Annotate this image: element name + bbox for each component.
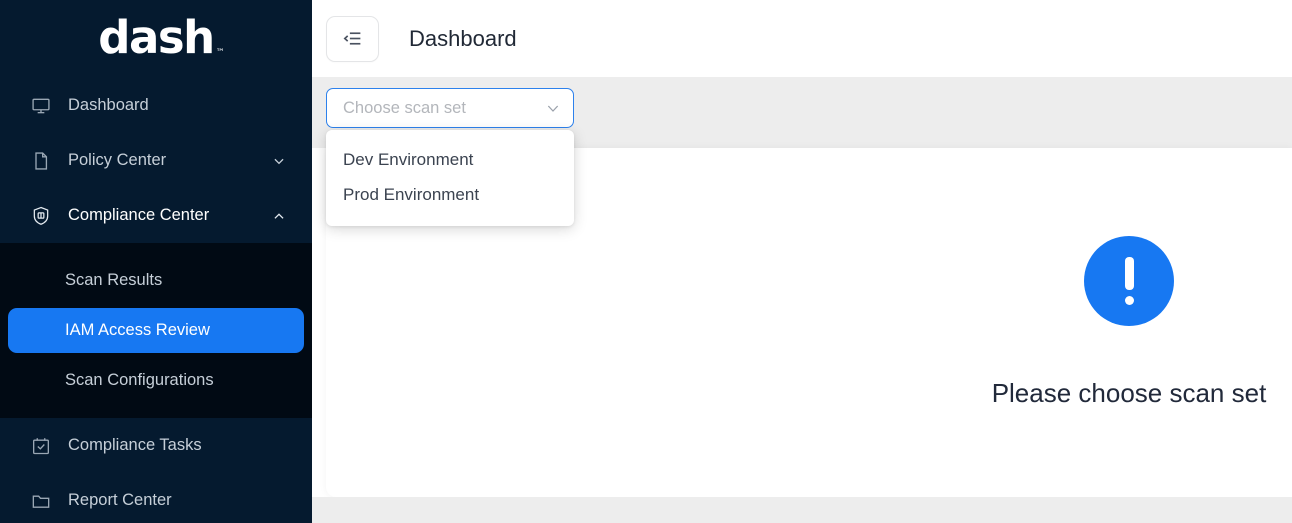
brand-trademark: ™: [216, 49, 225, 58]
empty-state-message: Please choose scan set: [992, 378, 1267, 409]
sidebar-item-policy-center[interactable]: Policy Center: [0, 133, 312, 188]
folder-icon: [30, 490, 52, 512]
brand-logo[interactable]: dash ™: [0, 0, 312, 78]
file-icon: [30, 150, 52, 172]
sidebar-item-label: Compliance Tasks: [68, 436, 202, 455]
sidebar-item-label: Dashboard: [68, 96, 149, 115]
page-bottom-strip: [312, 497, 1292, 523]
sidebar-item-dashboard[interactable]: Dashboard: [0, 78, 312, 133]
sidebar-subitem-label: IAM Access Review: [65, 321, 210, 340]
menu-fold-icon[interactable]: [326, 16, 379, 62]
page-title: Dashboard: [409, 26, 517, 52]
scan-set-select-wrapper: Choose scan set Dev Environment Prod Env…: [326, 88, 574, 226]
app-window: dash ™ Dashboard Polic: [0, 0, 1292, 523]
main-region: Dashboard Please choose scan set: [312, 0, 1292, 523]
sidebar-item-label: Report Center: [68, 491, 172, 510]
sidebar: dash ™ Dashboard Polic: [0, 0, 312, 523]
chevron-down-icon[interactable]: [272, 154, 286, 168]
scan-set-select[interactable]: Choose scan set: [326, 88, 574, 128]
sidebar-item-report-center[interactable]: Report Center: [0, 473, 312, 523]
scan-set-option-dev-environment[interactable]: Dev Environment: [326, 142, 574, 177]
exclamation-circle-icon: [1084, 236, 1174, 326]
sidebar-subitem-scan-configurations[interactable]: Scan Configurations: [8, 358, 304, 403]
sidebar-submenu-compliance-center: Scan Results IAM Access Review Scan Conf…: [0, 243, 312, 418]
chevron-down-icon[interactable]: [545, 100, 561, 116]
scan-set-option-list: Dev Environment Prod Environment: [326, 130, 574, 226]
option-label: Dev Environment: [343, 150, 473, 170]
sidebar-subitem-label: Scan Configurations: [65, 371, 214, 390]
brand-name: dash: [98, 11, 213, 64]
calendar-check-icon: [30, 435, 52, 457]
sidebar-subitem-label: Scan Results: [65, 271, 162, 290]
sidebar-item-compliance-center[interactable]: Compliance Center: [0, 188, 312, 243]
sidebar-item-label: Compliance Center: [68, 206, 209, 225]
sidebar-item-label: Policy Center: [68, 151, 166, 170]
monitor-icon: [30, 95, 52, 117]
shield-icon: [30, 205, 52, 227]
sidebar-item-compliance-tasks[interactable]: Compliance Tasks: [0, 418, 312, 473]
sidebar-subitem-iam-access-review[interactable]: IAM Access Review: [8, 308, 304, 353]
sidebar-subitem-scan-results[interactable]: Scan Results: [8, 258, 304, 303]
scan-set-select-placeholder: Choose scan set: [343, 99, 545, 118]
top-header: Dashboard: [312, 0, 1292, 77]
option-label: Prod Environment: [343, 185, 479, 205]
scan-set-option-prod-environment[interactable]: Prod Environment: [326, 177, 574, 212]
chevron-up-icon[interactable]: [272, 209, 286, 223]
